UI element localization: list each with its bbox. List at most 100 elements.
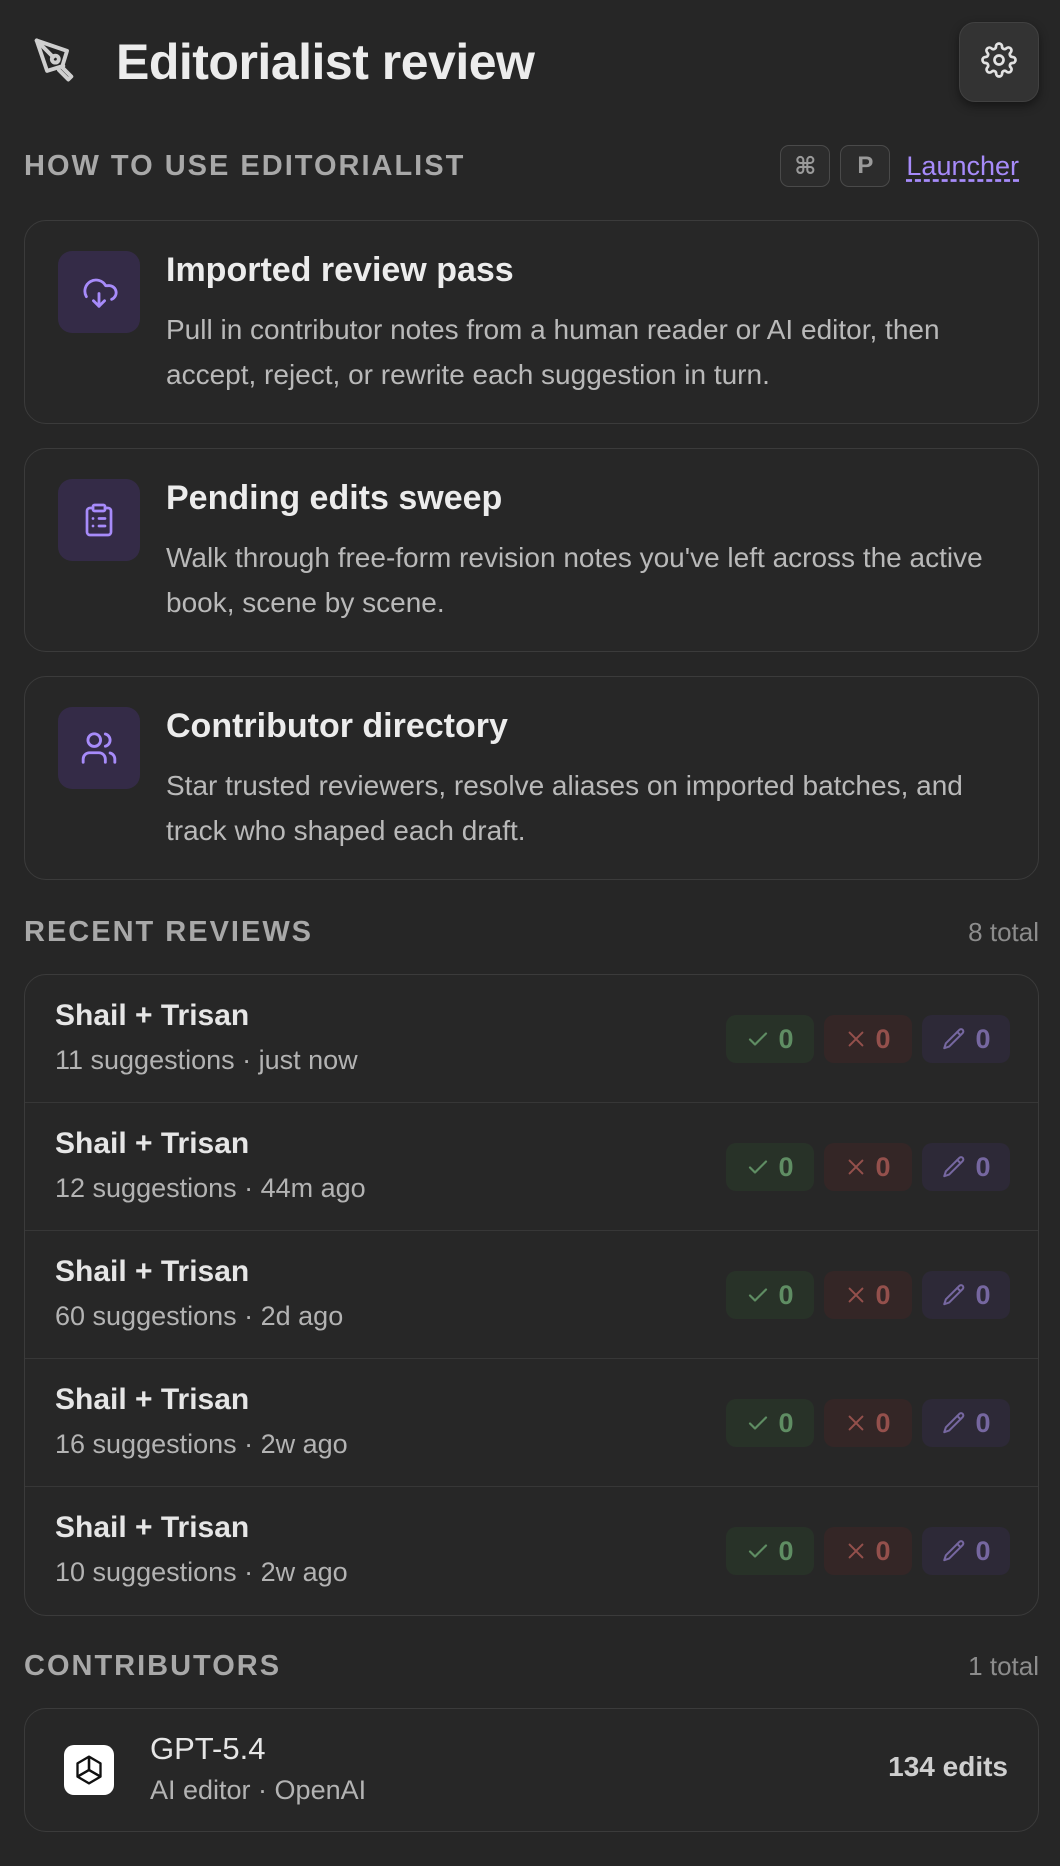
rewritten-count: 0 <box>975 1407 991 1438</box>
rejected-badge: 0 <box>824 1399 912 1447</box>
rejected-count: 0 <box>875 1279 891 1310</box>
pencil-icon <box>943 1412 965 1434</box>
review-meta: 12 suggestions · 44m ago <box>55 1173 366 1203</box>
check-icon <box>749 1416 768 1430</box>
review-name: Shail + Trisan <box>55 1383 250 1416</box>
contributor-name: GPT-5.4 <box>150 1731 266 1766</box>
card-description: Star trusted reviewers, resolve aliases … <box>166 770 963 846</box>
review-badges: 0 0 0 <box>726 1399 1010 1447</box>
section-title: HOW TO USE EDITORIALIST <box>24 149 466 182</box>
rewritten-count: 0 <box>975 1279 991 1310</box>
rejected-count: 0 <box>875 1023 891 1054</box>
launcher-link[interactable]: Launcher <box>906 151 1019 182</box>
accepted-count: 0 <box>778 1279 794 1310</box>
accepted-badge: 0 <box>726 1143 814 1191</box>
review-name: Shail + Trisan <box>55 1255 250 1288</box>
review-meta: 10 suggestions · 2w ago <box>55 1557 348 1587</box>
accepted-badge: 0 <box>726 1399 814 1447</box>
rewritten-count: 0 <box>975 1535 991 1566</box>
check-icon <box>749 1288 768 1302</box>
rejected-count: 0 <box>875 1151 891 1182</box>
review-meta: 60 suggestions · 2d ago <box>55 1301 344 1331</box>
review-name: Shail + Trisan <box>55 999 250 1032</box>
contributor-meta: AI editor · OpenAI <box>150 1775 367 1805</box>
card-pending-edits-sweep[interactable]: Pending edits sweep Walk through free-fo… <box>24 448 1039 652</box>
contributors-total: 1 total <box>968 1650 1039 1681</box>
p-key: P <box>840 145 891 187</box>
rewritten-badge: 0 <box>922 1271 1010 1319</box>
accepted-count: 0 <box>778 1407 794 1438</box>
pencil-icon <box>943 1156 965 1178</box>
page-title: Editorialist review <box>116 34 535 90</box>
rejected-badge: 0 <box>824 1015 912 1063</box>
review-row[interactable]: Shail + Trisan 60 suggestions · 2d ago 0… <box>25 1231 1038 1359</box>
clipboard-list-icon <box>58 479 140 561</box>
review-meta: 11 suggestions · just now <box>55 1045 358 1075</box>
section-title: RECENT REVIEWS <box>24 915 314 948</box>
accepted-badge: 0 <box>726 1271 814 1319</box>
accepted-count: 0 <box>778 1535 794 1566</box>
review-meta: 16 suggestions · 2w ago <box>55 1429 348 1459</box>
review-name: Shail + Trisan <box>55 1127 250 1160</box>
card-description: Pull in contributor notes from a human r… <box>166 314 940 390</box>
pen-nib-icon <box>28 34 80 86</box>
cloud-download-icon <box>58 251 140 333</box>
card-title: Contributor directory <box>166 707 508 745</box>
card-description: Walk through free-form revision notes yo… <box>166 542 983 618</box>
header: Editorialist review <box>24 0 1039 124</box>
rewritten-badge: 0 <box>922 1399 1010 1447</box>
accepted-count: 0 <box>778 1151 794 1182</box>
review-name: Shail + Trisan <box>55 1511 250 1544</box>
gear-icon <box>981 41 1017 83</box>
check-icon <box>749 1160 768 1174</box>
x-icon <box>849 1543 864 1559</box>
recent-reviews-section-header: RECENT REVIEWS 8 total <box>24 904 1039 960</box>
card-title: Pending edits sweep <box>166 479 503 517</box>
x-icon <box>849 1159 864 1175</box>
rewritten-badge: 0 <box>922 1015 1010 1063</box>
rejected-count: 0 <box>875 1407 891 1438</box>
users-icon <box>58 707 140 789</box>
settings-button[interactable] <box>959 22 1039 102</box>
card-contributor-directory[interactable]: Contributor directory Star trusted revie… <box>24 676 1039 880</box>
check-icon <box>749 1032 768 1046</box>
card-title: Imported review pass <box>166 251 514 289</box>
rejected-badge: 0 <box>824 1271 912 1319</box>
review-badges: 0 0 0 <box>726 1143 1010 1191</box>
how-to-section-header: HOW TO USE EDITORIALIST ⌘ P Launcher <box>24 138 1039 194</box>
contributor-edits: 134 edits <box>888 1751 1008 1782</box>
pencil-icon <box>943 1284 965 1306</box>
review-row[interactable]: Shail + Trisan 10 suggestions · 2w ago 0… <box>25 1487 1038 1615</box>
x-icon <box>849 1415 864 1431</box>
pencil-icon <box>943 1028 965 1050</box>
contributors-section-header: CONTRIBUTORS 1 total <box>24 1638 1039 1694</box>
review-row[interactable]: Shail + Trisan 16 suggestions · 2w ago 0… <box>25 1359 1038 1487</box>
rejected-badge: 0 <box>824 1143 912 1191</box>
command-key: ⌘ <box>780 145 831 187</box>
review-row[interactable]: Shail + Trisan 12 suggestions · 44m ago … <box>25 1103 1038 1231</box>
reviews-total: 8 total <box>968 916 1039 947</box>
recent-reviews-list: Shail + Trisan 11 suggestions · just now… <box>24 974 1039 1616</box>
review-badges: 0 0 0 <box>726 1527 1010 1575</box>
review-badges: 0 0 0 <box>726 1015 1010 1063</box>
card-imported-review-pass[interactable]: Imported review pass Pull in contributor… <box>24 220 1039 424</box>
rewritten-count: 0 <box>975 1151 991 1182</box>
contributors-list: GPT-5.4 AI editor · OpenAI 134 edits <box>24 1708 1039 1832</box>
review-row[interactable]: Shail + Trisan 11 suggestions · just now… <box>25 975 1038 1103</box>
rejected-badge: 0 <box>824 1527 912 1575</box>
openai-logo-icon <box>64 1745 114 1795</box>
accepted-badge: 0 <box>726 1527 814 1575</box>
section-title: CONTRIBUTORS <box>24 1649 282 1682</box>
check-icon <box>749 1544 768 1558</box>
x-icon <box>849 1287 864 1303</box>
rewritten-count: 0 <box>975 1023 991 1054</box>
editorialist-panel: Editorialist review HOW TO USE EDITORIAL… <box>24 0 1039 1832</box>
review-badges: 0 0 0 <box>726 1271 1010 1319</box>
accepted-count: 0 <box>778 1023 794 1054</box>
pencil-icon <box>943 1540 965 1562</box>
x-icon <box>849 1031 864 1047</box>
accepted-badge: 0 <box>726 1015 814 1063</box>
rewritten-badge: 0 <box>922 1143 1010 1191</box>
contributor-row[interactable]: GPT-5.4 AI editor · OpenAI 134 edits <box>25 1709 1038 1831</box>
rewritten-badge: 0 <box>922 1527 1010 1575</box>
